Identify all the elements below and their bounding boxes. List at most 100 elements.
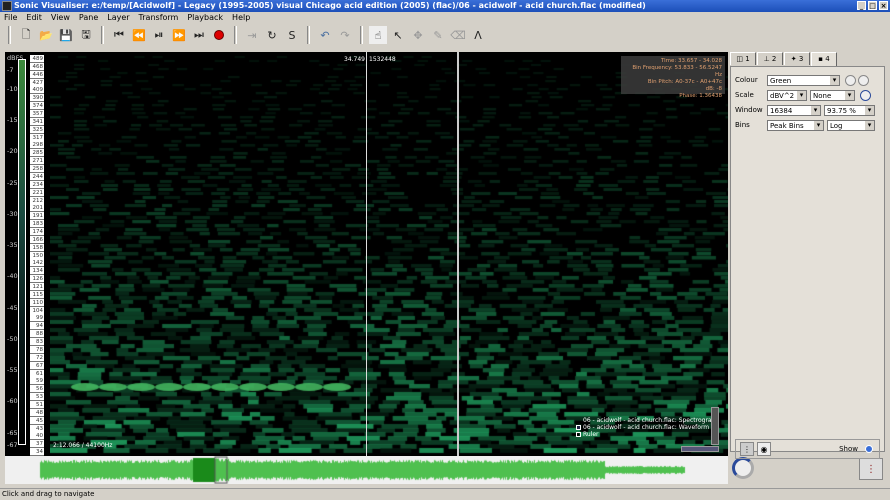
piano-key: 409 bbox=[30, 86, 44, 95]
scale-select[interactable]: dBV^2 bbox=[767, 89, 807, 101]
menu-file[interactable]: File bbox=[4, 12, 17, 24]
select-icon[interactable]: ↖ bbox=[389, 26, 407, 44]
db-tick: -7 bbox=[7, 66, 14, 74]
save-icon[interactable]: 💾 bbox=[57, 26, 75, 44]
undo-icon[interactable]: ↶ bbox=[316, 26, 334, 44]
menu-pane[interactable]: Pane bbox=[79, 12, 98, 24]
piano-key: 357 bbox=[30, 110, 44, 119]
spectrogram-pane[interactable]: dBFS -7 -10 -15 -20 -25 -30 -35 -40 -45 -50 -55 -60… bbox=[5, 52, 728, 457]
measure-icon[interactable]: Λ bbox=[469, 26, 487, 44]
play-pause-icon[interactable]: ⏯ bbox=[150, 26, 168, 44]
piano-key: 390 bbox=[30, 94, 44, 103]
new-icon[interactable]: 🗋 bbox=[17, 26, 35, 44]
open-icon[interactable]: 📂 bbox=[37, 26, 55, 44]
piano-key: 191 bbox=[30, 212, 44, 221]
colour-label: Colour bbox=[735, 76, 758, 84]
db-tick: -67 bbox=[7, 441, 18, 449]
show-toggle[interactable] bbox=[865, 445, 873, 453]
menu-playback[interactable]: Playback bbox=[187, 12, 223, 24]
overview-waveform[interactable] bbox=[5, 456, 728, 484]
piano-key: 83 bbox=[30, 338, 44, 347]
db-tick: -15 bbox=[7, 116, 18, 124]
rewind-icon[interactable]: ⏪ bbox=[130, 26, 148, 44]
overlap-select[interactable]: 93.75 % bbox=[824, 104, 875, 116]
layer-legend: 06 - acidwolf - acid church.flac: Spectr… bbox=[576, 417, 717, 438]
piano-key: 271 bbox=[30, 157, 44, 166]
window-size-select[interactable]: 16384 bbox=[767, 104, 821, 116]
normalize-select[interactable]: None bbox=[810, 89, 855, 101]
piano-key: 61 bbox=[30, 369, 44, 378]
frequency-scale-select[interactable]: Log bbox=[827, 119, 875, 131]
horizontal-zoom-scrollbar[interactable] bbox=[681, 446, 719, 452]
tab-pane-3[interactable]: ✦ 3 bbox=[784, 52, 810, 65]
menu-view[interactable]: View bbox=[51, 12, 70, 24]
piano-key: 67 bbox=[30, 361, 44, 370]
tab-pane-1[interactable]: ◫ 1 bbox=[730, 52, 756, 65]
threshold-dial[interactable] bbox=[858, 74, 869, 86]
piano-key: 72 bbox=[30, 353, 44, 362]
readout-frequency: Bin Frequency: 53.833 - 56.5247 Hz bbox=[632, 65, 722, 78]
redo-icon[interactable]: ↷ bbox=[336, 26, 354, 44]
fast-forward-icon[interactable]: ⏩ bbox=[170, 26, 188, 44]
show-label: Show bbox=[839, 445, 858, 453]
move-icon[interactable]: ✥ bbox=[409, 26, 427, 44]
piano-key: 48 bbox=[30, 408, 44, 417]
close-button[interactable]: × bbox=[879, 1, 888, 10]
maximize-button[interactable]: □ bbox=[868, 1, 877, 10]
menu-transform[interactable]: Transform bbox=[139, 12, 179, 24]
layer-meter-icon[interactable]: ⋮ bbox=[740, 442, 754, 456]
piano-key: 34 bbox=[30, 448, 44, 457]
piano-key: 88 bbox=[30, 330, 44, 339]
loop-icon[interactable]: ↻ bbox=[263, 26, 281, 44]
bins-label: Bins bbox=[735, 121, 750, 129]
menu-layer[interactable]: Layer bbox=[107, 12, 129, 24]
colour-rotation-dial[interactable] bbox=[860, 89, 871, 101]
navigate-icon[interactable]: ☝ bbox=[369, 26, 387, 44]
minimize-button[interactable]: _ bbox=[857, 1, 866, 10]
piano-key: 37 bbox=[30, 440, 44, 449]
play-selection-icon[interactable]: ⇥ bbox=[243, 26, 261, 44]
app-icon bbox=[2, 1, 12, 11]
erase-icon[interactable]: ⌫ bbox=[449, 26, 467, 44]
cursor-frame: 1532448 bbox=[369, 56, 396, 63]
duration-label: 2:12.066 / 44100Hz bbox=[53, 442, 113, 449]
bins-select[interactable]: Peak Bins bbox=[767, 119, 824, 131]
menu-bar: File Edit View Pane Layer Transform Play… bbox=[0, 12, 890, 24]
piano-key: 126 bbox=[30, 275, 44, 284]
draw-icon[interactable]: ✎ bbox=[429, 26, 447, 44]
save-as-icon[interactable]: 🖫 bbox=[77, 26, 95, 44]
layer-ruler[interactable]: Ruler bbox=[576, 431, 717, 438]
vertical-zoom-scrollbar[interactable] bbox=[711, 407, 719, 445]
piano-key: 99 bbox=[30, 314, 44, 323]
record-icon[interactable] bbox=[210, 26, 228, 44]
window-title: Sonic Visualiser: e:/temp/[Acidwolf] - L… bbox=[14, 1, 646, 10]
zoom-dial[interactable] bbox=[732, 457, 754, 479]
layer-meter-button[interactable]: ⋮ bbox=[859, 458, 883, 480]
piano-key: 489 bbox=[30, 55, 44, 63]
menu-help[interactable]: Help bbox=[232, 12, 250, 24]
spectrogram[interactable] bbox=[50, 52, 728, 456]
tab-pane-4[interactable]: ▪ 4 bbox=[811, 52, 837, 66]
layer-waveform[interactable]: 06 - acidwolf - acid church.flac: Wavefo… bbox=[576, 424, 717, 431]
forward-end-icon[interactable]: ⏭ bbox=[190, 26, 208, 44]
level-meter bbox=[18, 59, 26, 445]
scale-label: Scale bbox=[735, 91, 754, 99]
tab-pane-2[interactable]: ⊥ 2 bbox=[757, 52, 783, 65]
db-tick: -50 bbox=[7, 334, 18, 343]
colour-select[interactable]: Green bbox=[767, 74, 840, 86]
readout-db: dB: -8 bbox=[705, 86, 722, 92]
db-tick: -45 bbox=[7, 303, 18, 312]
measure-readout: Time: 33.657 - 34.028 Bin Frequency: 53.… bbox=[621, 56, 725, 99]
cursor-line bbox=[366, 52, 367, 456]
piano-key: 43 bbox=[30, 424, 44, 433]
menu-edit[interactable]: Edit bbox=[26, 12, 42, 24]
piano-key: 212 bbox=[30, 196, 44, 205]
rewind-start-icon[interactable]: ⏮ bbox=[110, 26, 128, 44]
solo-icon[interactable]: S bbox=[283, 26, 301, 44]
play-gain-icon[interactable]: ◉ bbox=[757, 442, 771, 456]
gain-dial[interactable] bbox=[845, 74, 856, 86]
db-tick: -65 bbox=[7, 428, 18, 437]
layer-spectrogram[interactable]: 06 - acidwolf - acid church.flac: Spectr… bbox=[576, 417, 717, 424]
readout-pitch: Bin Pitch: A0-37c - A0+47c bbox=[647, 79, 722, 85]
piano-key: 104 bbox=[30, 306, 44, 315]
